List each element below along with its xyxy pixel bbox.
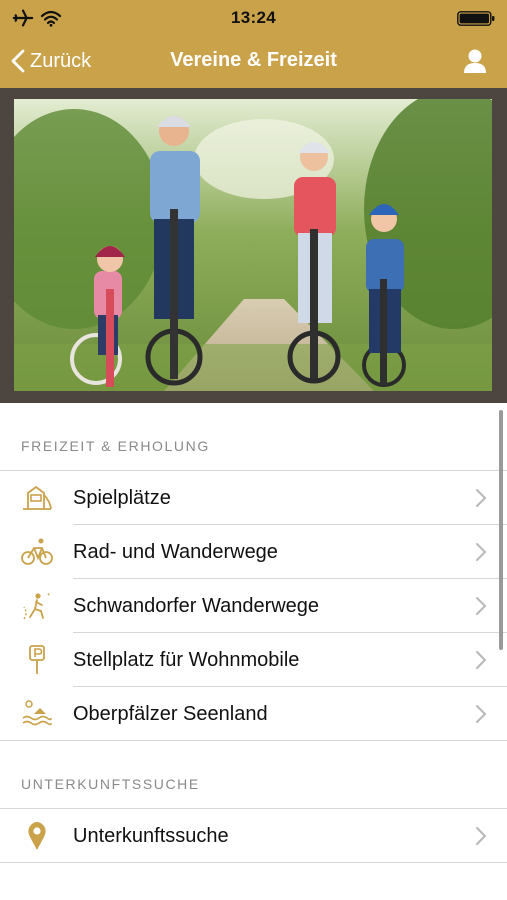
- navigation-bar: Zurück Vereine & Freizeit: [0, 36, 507, 88]
- lake-icon: [22, 700, 52, 726]
- user-profile-icon[interactable]: [463, 48, 487, 74]
- list-item-spielplaetze[interactable]: Spielplätze: [0, 471, 507, 525]
- page-title: Vereine & Freizeit: [170, 49, 337, 71]
- playground-icon: [23, 485, 52, 510]
- hero-banner: [0, 88, 507, 403]
- chevron-right-icon: [476, 827, 487, 845]
- status-time: 13:24: [231, 8, 276, 27]
- list-item-stellplatz-wohnmobile[interactable]: Stellplatz für Wohnmobile: [0, 633, 507, 687]
- list-item-label: Oberpfälzer Seenland: [73, 703, 268, 725]
- chevron-right-icon: [476, 705, 487, 723]
- location-pin-icon: [28, 822, 46, 850]
- section-header-unterkunft: UNTERKUNFTSSUCHE: [21, 776, 200, 792]
- list-item-rad-und-wanderwege[interactable]: Rad- und Wanderwege: [0, 525, 507, 579]
- list-item-schwandorfer-wanderwege[interactable]: Schwandorfer Wanderwege: [0, 579, 507, 633]
- chevron-right-icon: [476, 651, 487, 669]
- chevron-right-icon: [476, 489, 487, 507]
- chevron-left-icon: [11, 49, 25, 73]
- list-item-unterkunftssuche[interactable]: Unterkunftssuche: [0, 809, 507, 863]
- divider: [0, 862, 507, 863]
- chevron-right-icon: [476, 543, 487, 561]
- hiking-icon: [23, 591, 52, 620]
- parking-sign-icon: [29, 645, 45, 674]
- list-item-label: Spielplätze: [73, 487, 171, 509]
- list-item-label: Unterkunftssuche: [73, 825, 229, 847]
- section-header-freizeit: FREIZEIT & ERHOLUNG: [21, 438, 210, 454]
- back-button[interactable]: Zurück: [10, 46, 91, 76]
- divider: [0, 740, 507, 741]
- scrollbar[interactable]: [499, 410, 503, 650]
- chevron-right-icon: [476, 597, 487, 615]
- list-item-label: Rad- und Wanderwege: [73, 541, 278, 563]
- list-item-label: Stellplatz für Wohnmobile: [73, 649, 300, 671]
- back-button-label: Zurück: [30, 49, 92, 72]
- battery-icon: [457, 11, 495, 26]
- family-cycling-photo: [14, 99, 492, 391]
- bicycle-icon: [21, 538, 53, 565]
- list-item-label: Schwandorfer Wanderwege: [73, 595, 320, 617]
- list-item-oberpfaelzer-seenland[interactable]: Oberpfälzer Seenland: [0, 687, 507, 741]
- top-bar: 13:24 Zurück Vereine & Freizeit: [0, 0, 507, 88]
- status-bar: 13:24: [0, 0, 507, 36]
